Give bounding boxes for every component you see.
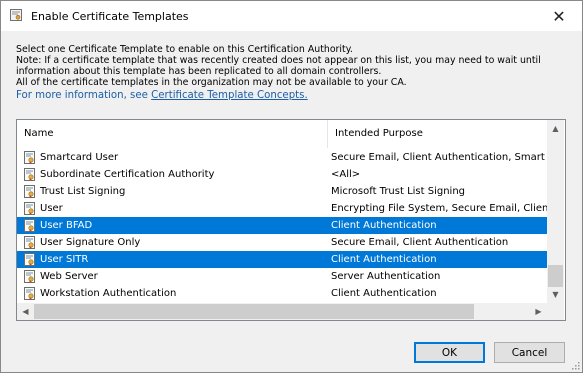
scroll-down-icon[interactable]: ▼ bbox=[547, 286, 564, 303]
template-intended-purpose: Server Authentication bbox=[331, 271, 441, 282]
horizontal-scrollbar[interactable]: ◀ ▶ bbox=[17, 303, 547, 320]
more-info-prefix: For more information, see bbox=[16, 90, 152, 101]
template-intended-purpose: Client Authentication bbox=[331, 254, 437, 265]
template-name: User SITR bbox=[40, 254, 89, 265]
table-row[interactable]: Subordinate Certification Authority <All> bbox=[17, 166, 548, 183]
certificate-template-icon bbox=[24, 168, 35, 181]
column-header-intended-purpose[interactable]: Intended Purpose bbox=[328, 120, 565, 148]
template-name: Workstation Authentication bbox=[40, 288, 177, 299]
template-intended-purpose: <All> bbox=[331, 169, 361, 180]
certificate-template-icon bbox=[24, 185, 35, 198]
table-row[interactable]: Web Server Server Authentication bbox=[17, 268, 548, 285]
template-intended-purpose: Client Authentication bbox=[331, 288, 437, 299]
certificate-template-icon bbox=[24, 236, 35, 249]
table-row[interactable]: Smartcard User Secure Email, Client Authe… bbox=[17, 149, 548, 166]
table-row[interactable]: Trust List Signing Microsoft Trust List S… bbox=[17, 183, 548, 200]
table-row[interactable]: User BFAD Client Authentication bbox=[17, 217, 548, 234]
template-intended-purpose: Microsoft Trust List Signing bbox=[331, 186, 466, 197]
resize-grip-icon[interactable] bbox=[570, 360, 580, 370]
template-name: User bbox=[40, 203, 63, 214]
template-name: User Signature Only bbox=[40, 237, 141, 248]
description-line-4: All of the certificate templates in the … bbox=[16, 77, 407, 88]
certificate-window-icon bbox=[10, 9, 22, 21]
template-intended-purpose: Secure Email, Client Authentication bbox=[331, 237, 509, 248]
vertical-scrollbar[interactable]: ▲ ▼ bbox=[547, 120, 564, 303]
cancel-button[interactable]: Cancel bbox=[494, 342, 565, 363]
scroll-left-icon[interactable]: ◀ bbox=[17, 303, 34, 320]
certificate-template-icon bbox=[24, 253, 35, 266]
close-icon: ✕ bbox=[552, 6, 566, 26]
window-title: Enable Certificate Templates bbox=[31, 10, 189, 23]
description-line-1: Select one Certificate Template to enabl… bbox=[16, 44, 353, 55]
certificate-templates-list[interactable]: Name Intended Purpose Smartcard User Secu… bbox=[16, 119, 566, 321]
ok-button[interactable]: OK bbox=[414, 342, 485, 363]
certificate-template-icon bbox=[24, 151, 35, 164]
template-intended-purpose: Secure Email, Client Authentication, Sma… bbox=[331, 152, 548, 163]
enable-certificate-templates-dialog: Enable Certificate Templates ✕ Select on… bbox=[0, 0, 583, 373]
template-intended-purpose: Encrypting File System, Secure Email, Cl… bbox=[331, 203, 548, 214]
template-name: Subordinate Certification Authority bbox=[40, 169, 215, 180]
horizontal-scroll-thumb[interactable] bbox=[34, 304, 474, 319]
table-row[interactable]: User Encrypting File System, Secure Email… bbox=[17, 200, 548, 217]
certificate-template-icon bbox=[24, 270, 35, 283]
more-info-text: For more information, see Certificate Te… bbox=[16, 89, 576, 102]
column-header-name[interactable]: Name bbox=[17, 120, 328, 148]
template-name: User BFAD bbox=[40, 220, 93, 231]
template-name: Web Server bbox=[40, 271, 98, 282]
description-line-2: Note: If a certificate template that was… bbox=[16, 55, 541, 66]
table-row[interactable]: User Signature Only Secure Email, Client … bbox=[17, 234, 548, 251]
table-row[interactable]: User SITR Client Authentication bbox=[17, 251, 548, 268]
close-button[interactable]: ✕ bbox=[536, 1, 582, 31]
template-name: Smartcard User bbox=[40, 152, 119, 163]
template-name: Trust List Signing bbox=[40, 186, 126, 197]
certificate-template-icon bbox=[24, 219, 35, 232]
table-row[interactable]: Workstation Authentication Client Authent… bbox=[17, 285, 548, 302]
scroll-up-icon[interactable]: ▲ bbox=[547, 120, 564, 137]
description-line-3: information about this template has been… bbox=[16, 66, 382, 77]
certificate-template-concepts-link[interactable]: Certificate Template Concepts. bbox=[151, 90, 308, 101]
vertical-scroll-thumb[interactable] bbox=[548, 265, 563, 287]
scroll-right-icon[interactable]: ▶ bbox=[530, 303, 547, 320]
certificate-template-icon bbox=[24, 287, 35, 300]
template-intended-purpose: Client Authentication bbox=[331, 220, 437, 231]
dialog-description: Select one Certificate Template to enabl… bbox=[16, 44, 576, 102]
scrollbar-corner bbox=[547, 303, 564, 320]
list-header: Name Intended Purpose bbox=[17, 120, 565, 148]
certificate-template-icon bbox=[24, 202, 35, 215]
title-bar[interactable]: Enable Certificate Templates ✕ bbox=[1, 1, 582, 31]
